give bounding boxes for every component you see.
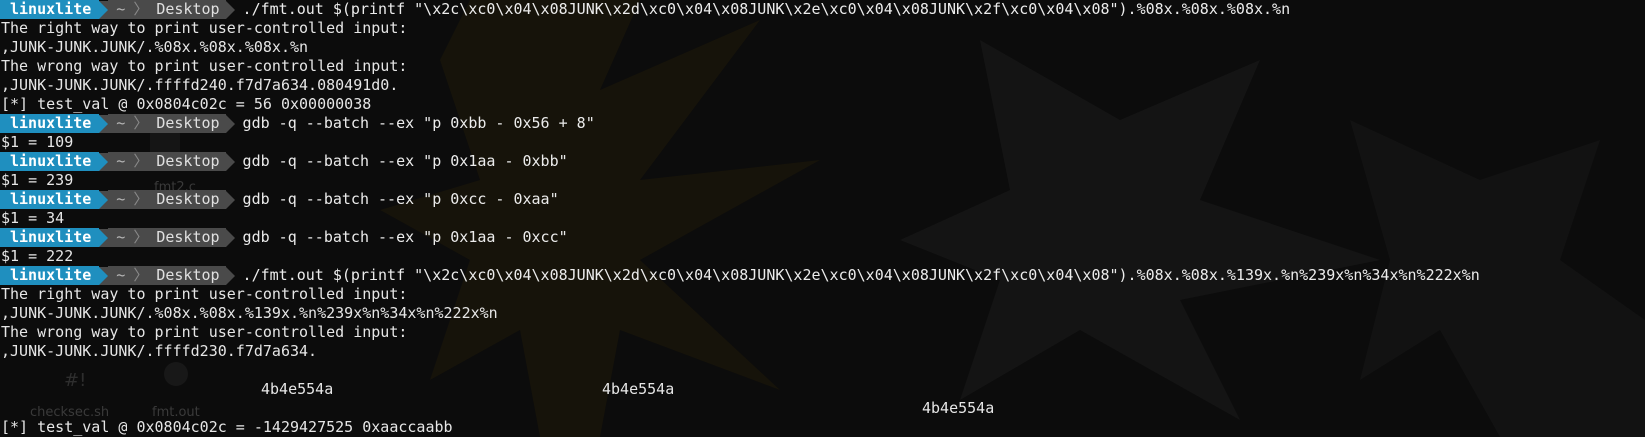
prompt-home: ~	[108, 266, 132, 285]
output-line: The wrong way to print user-controlled i…	[1, 57, 408, 75]
powerline-arrow-icon	[225, 152, 235, 171]
prompt-line: linuxlite ~ 〉 Desktop gdb -q --batch --ex "p…	[0, 228, 1645, 247]
powerline-arrow-icon	[99, 152, 109, 171]
powerline-arrow-icon	[99, 266, 109, 285]
prompt-home: ~	[108, 152, 132, 171]
chevron-right-icon: 〉	[131, 228, 151, 247]
output-line: ,JUNK-JUNK.JUNK/.%08x.%08x.%139x.%n%239x…	[1, 304, 498, 322]
prompt-line: linuxlite ~ 〉 Desktop gdb -q --batch --ex "p…	[0, 114, 1645, 133]
command-text: gdb -q --batch --ex "p 0x1aa - 0xbb"	[242, 152, 568, 170]
prompt-dir: Desktop	[150, 152, 226, 171]
command-text: gdb -q --batch --ex "p 0x1aa - 0xcc"	[242, 228, 568, 246]
powerline-arrow-icon	[225, 0, 235, 19]
padded-value: 4b4e554a	[261, 380, 334, 398]
prompt-user: linuxlite	[0, 228, 100, 247]
prompt-line: linuxlite ~ 〉 Desktop ./fmt.out $(printf "\x…	[0, 266, 1645, 285]
prompt-dir: Desktop	[150, 114, 226, 133]
powerline-arrow-icon	[225, 190, 235, 209]
chevron-right-icon: 〉	[131, 152, 151, 171]
prompt-user: linuxlite	[0, 266, 100, 285]
powerline-arrow-icon	[99, 114, 109, 133]
chevron-right-icon: 〉	[131, 0, 151, 19]
status-line: [*] test_val @ 0x0804c02c = -1429427525 …	[1, 418, 453, 436]
prompt-home: ~	[108, 114, 132, 133]
output-line: ,JUNK-JUNK.JUNK/.ffffd240.f7d7a634.08049…	[1, 76, 399, 94]
output-line: [*] test_val @ 0x0804c02c = 56 0x0000003…	[1, 95, 372, 113]
script-icon: #!	[64, 370, 87, 391]
chevron-right-icon: 〉	[131, 114, 151, 133]
prompt-home: ~	[108, 190, 132, 209]
prompt-dir: Desktop	[150, 190, 226, 209]
prompt-home: ~	[108, 228, 132, 247]
powerline-arrow-icon	[99, 0, 109, 19]
output-line: $1 = 109	[1, 133, 74, 151]
prompt-user: linuxlite	[0, 152, 100, 171]
output-line: $1 = 222	[1, 247, 74, 265]
terminal-window[interactable]: fmt2.c #! checksec.sh fmt.out linuxlite ~…	[0, 0, 1645, 437]
command-text: ./fmt.out $(printf "\x2c\xc0\x04\x08JUNK…	[242, 0, 1291, 18]
output-line: The wrong way to print user-controlled i…	[1, 323, 408, 341]
powerline-arrow-icon	[99, 190, 109, 209]
prompt-dir: Desktop	[150, 228, 226, 247]
chevron-right-icon: 〉	[131, 190, 151, 209]
prompt-dir: Desktop	[150, 266, 226, 285]
prompt-user: linuxlite	[0, 190, 100, 209]
command-text: gdb -q --batch --ex "p 0xcc - 0xaa"	[242, 190, 559, 208]
prompt-user: linuxlite	[0, 0, 100, 19]
output-line: The right way to print user-controlled i…	[1, 19, 408, 37]
powerline-arrow-icon	[225, 114, 235, 133]
prompt-line: linuxlite ~ 〉 Desktop gdb -q --batch --ex "p…	[0, 152, 1645, 171]
prompt-home: ~	[108, 0, 132, 19]
prompt-line: linuxlite ~ 〉 Desktop ./fmt.out $(printf "\x…	[0, 0, 1645, 19]
powerline-arrow-icon	[225, 266, 235, 285]
command-text: ./fmt.out $(printf "\x2c\xc0\x04\x08JUNK…	[242, 266, 1480, 284]
output-line: ,JUNK-JUNK.JUNK/.%08x.%08x.%08x.%n	[1, 38, 309, 56]
output-line: ,JUNK-JUNK.JUNK/.ffffd230.f7d7a634.	[1, 342, 318, 360]
output-line: $1 = 239	[1, 171, 74, 189]
padded-value: 4b4e554a	[602, 380, 675, 398]
command-text: gdb -q --batch --ex "p 0xbb - 0x56 + 8"	[242, 114, 595, 132]
chevron-right-icon: 〉	[131, 266, 151, 285]
padded-value: 4b4e554a	[922, 399, 995, 417]
prompt-line: linuxlite ~ 〉 Desktop gdb -q --batch --ex "p…	[0, 190, 1645, 209]
powerline-arrow-icon	[99, 228, 109, 247]
powerline-arrow-icon	[225, 228, 235, 247]
prompt-user: linuxlite	[0, 114, 100, 133]
output-line: The right way to print user-controlled i…	[1, 285, 408, 303]
prompt-dir: Desktop	[150, 0, 226, 19]
output-line: $1 = 34	[1, 209, 65, 227]
